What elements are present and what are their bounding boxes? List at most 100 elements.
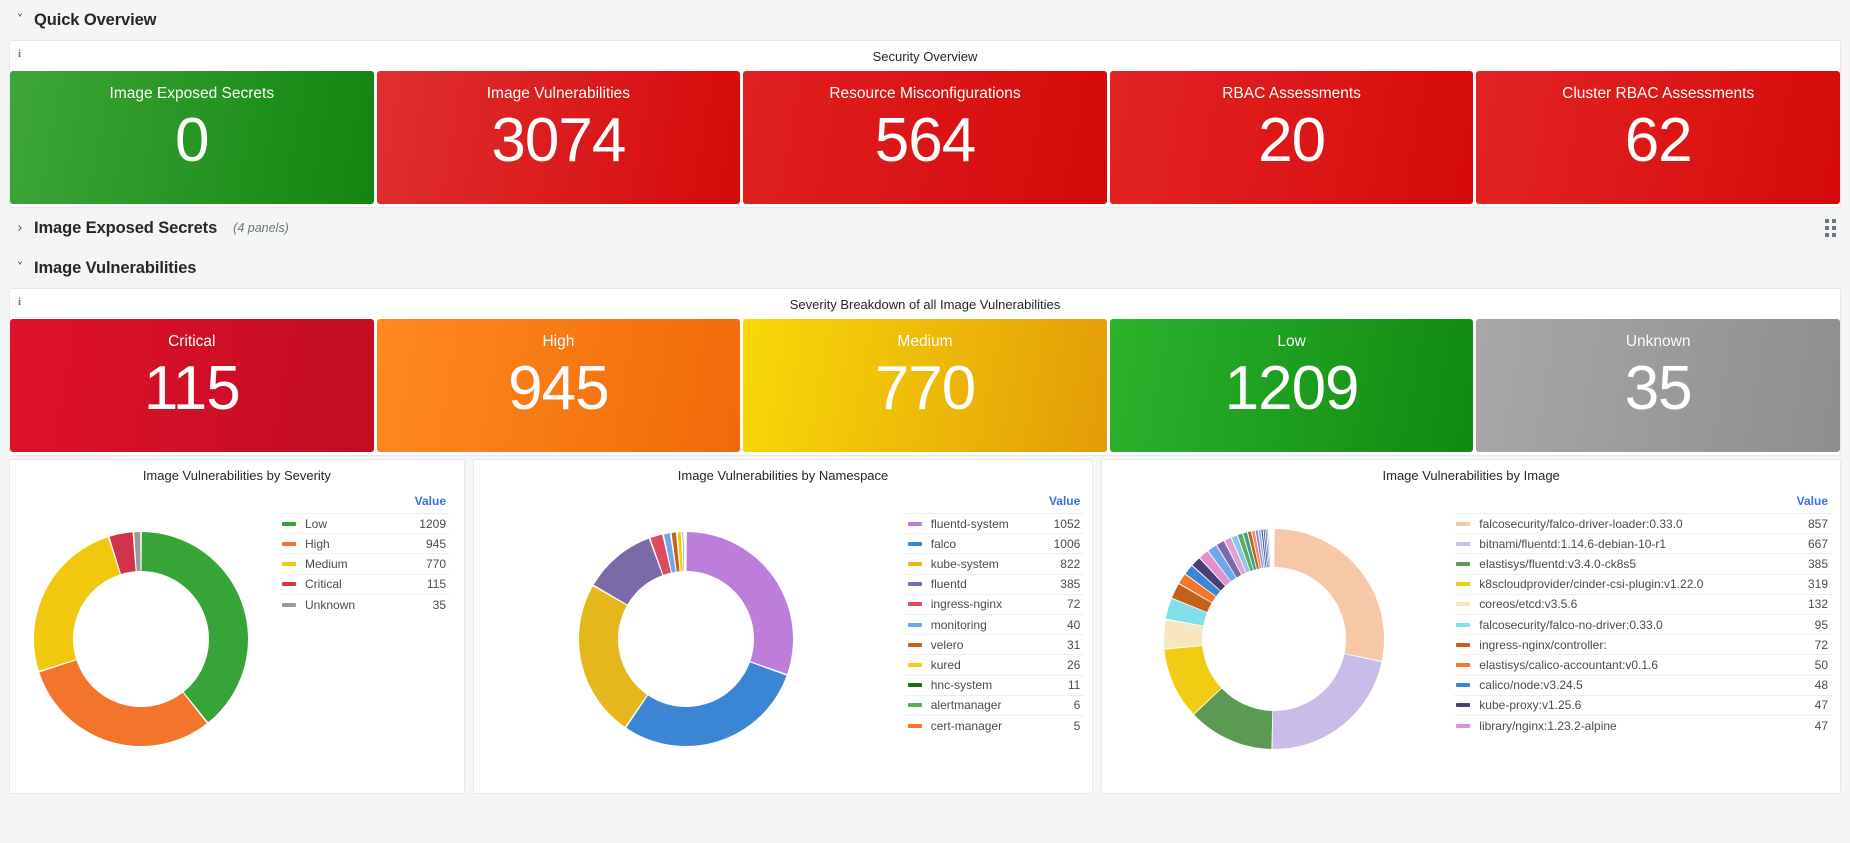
donut-slice[interactable] — [1267, 528, 1271, 567]
donut-panel-row: Image Vulnerabilities by Severity Value … — [0, 456, 1850, 794]
legend-row[interactable]: hnc-system 11 — [905, 676, 1085, 696]
stat-card-resource-misconfigurations[interactable]: Resource Misconfigurations 564 — [743, 71, 1107, 204]
legend-series-name: coreos/etcd:v3.5.6 — [1479, 597, 1578, 612]
donut-chart-namespace[interactable] — [476, 490, 896, 787]
stat-card-high[interactable]: High 945 — [376, 319, 741, 452]
legend-row[interactable]: kube-system 822 — [905, 554, 1085, 575]
row-header-image-exposed-secrets[interactable]: › Image Exposed Secrets (4 panels) — [0, 208, 1850, 248]
legend-row[interactable]: Critical 115 — [280, 575, 450, 595]
legend-row[interactable]: velero 31 — [905, 635, 1085, 656]
donut-slice[interactable] — [682, 531, 684, 571]
chart-body: Value falcosecurity/falco-driver-loader:… — [1102, 490, 1840, 793]
panel-security-overview: i Security Overview Image Exposed Secret… — [9, 40, 1841, 208]
info-icon[interactable]: i — [18, 296, 21, 308]
legend-row[interactable]: elastisys/fluentd:v3.4.0-ck8s5 385 — [1454, 554, 1832, 575]
row-header-quick-overview[interactable]: ˅ Quick Overview — [0, 0, 1850, 40]
legend-series-name: ingress-nginx — [930, 597, 1003, 612]
stat-card-cluster-rbac-assessments[interactable]: Cluster RBAC Assessments 62 — [1476, 71, 1840, 204]
legend-series-value: 47 — [1814, 718, 1828, 733]
donut-slice[interactable] — [141, 531, 249, 722]
donut-chart-image[interactable] — [1104, 490, 1444, 787]
legend-row[interactable]: kube-proxy:v1.25.6 47 — [1454, 696, 1832, 716]
legend-series-name: velero — [930, 637, 964, 652]
legend-row[interactable]: monitoring 40 — [905, 615, 1085, 636]
legend-row[interactable]: fluentd-system 1052 — [905, 514, 1085, 535]
legend-row[interactable]: fluentd 385 — [905, 575, 1085, 595]
legend-color-swatch — [907, 541, 922, 546]
legend-series-value: 50 — [1814, 657, 1828, 672]
legend-series-name: Unknown — [305, 597, 356, 612]
stat-card-medium[interactable]: Medium 770 — [743, 319, 1107, 452]
legend-row[interactable]: falcosecurity/falco-no-driver:0.33.0 95 — [1454, 615, 1832, 636]
legend-series-value: 48 — [1814, 678, 1828, 693]
legend-series-value: 35 — [432, 597, 446, 612]
stat-label: Resource Misconfigurations — [829, 85, 1021, 102]
donut-slice[interactable] — [1269, 528, 1271, 567]
donut-slice[interactable] — [578, 585, 647, 727]
legend-series-value: 857 — [1807, 516, 1828, 531]
legend-row[interactable]: k8scloudprovider/cinder-csi-plugin:v1.22… — [1454, 575, 1832, 595]
donut-slice[interactable] — [626, 661, 787, 746]
legend-series-value: 770 — [425, 556, 446, 571]
legend-row[interactable]: High 945 — [280, 534, 450, 555]
legend-color-swatch — [907, 582, 922, 587]
stat-label: Cluster RBAC Assessments — [1562, 85, 1755, 102]
donut-slice[interactable] — [1272, 653, 1382, 749]
legend-row[interactable]: Unknown 35 — [280, 595, 450, 615]
drag-handle-icon[interactable] — [1825, 219, 1836, 237]
info-icon[interactable]: i — [18, 48, 21, 60]
donut-slice[interactable] — [34, 536, 120, 671]
donut-slice[interactable] — [134, 531, 141, 571]
stat-card-image-vulnerabilities[interactable]: Image Vulnerabilities 3074 — [376, 71, 741, 204]
legend-row[interactable]: Medium 770 — [280, 554, 450, 575]
legend-series-value: 822 — [1060, 556, 1081, 571]
legend-row[interactable]: falcosecurity/falco-driver-loader:0.33.0… — [1454, 514, 1832, 535]
legend-row[interactable]: bitnami/fluentd:1.14.6-debian-10-r1 667 — [1454, 534, 1832, 555]
donut-svg — [578, 531, 793, 746]
legend-series-name: fluentd-system — [930, 516, 1009, 531]
legend-value-header[interactable]: Value — [1454, 490, 1832, 514]
legend-series-name: cert-manager — [930, 718, 1003, 733]
panel-header: i Security Overview — [10, 41, 1840, 71]
donut-chart-severity[interactable] — [12, 490, 270, 787]
legend-row[interactable]: ingress-nginx/controller: 72 — [1454, 635, 1832, 656]
legend-color-swatch — [907, 662, 922, 667]
stat-value: 770 — [874, 354, 976, 424]
legend-row[interactable]: calico/node:v3.24.5 48 — [1454, 676, 1832, 696]
legend-color-swatch — [282, 561, 296, 566]
legend-series-value: 385 — [1060, 577, 1081, 592]
legend-row[interactable]: falco 1006 — [905, 534, 1085, 555]
stat-card-low[interactable]: Low 1209 — [1109, 319, 1474, 452]
legend-value-header[interactable]: Value — [280, 490, 450, 514]
row-title: Image Vulnerabilities — [34, 258, 197, 277]
legend-row[interactable]: kured 26 — [905, 655, 1085, 676]
legend-row[interactable]: cert-manager 5 — [906, 716, 1085, 736]
panel-title: Security Overview — [872, 48, 978, 64]
stat-value: 945 — [508, 354, 609, 424]
legend-row[interactable]: elastisys/calico-accountant:v0.1.6 50 — [1454, 655, 1832, 676]
stat-card-critical[interactable]: Critical 115 — [10, 319, 374, 452]
legend-row[interactable]: coreos/etcd:v3.5.6 132 — [1454, 595, 1832, 615]
row-panel-count: (4 panels) — [233, 221, 289, 235]
donut-svg — [34, 531, 249, 746]
stat-value: 564 — [874, 106, 976, 176]
legend-series-name: elastisys/calico-accountant:v0.1.6 — [1479, 657, 1659, 672]
legend-series-name: falcosecurity/falco-driver-loader:0.33.0 — [1479, 516, 1683, 531]
chevron-down-icon: ˅ — [16, 260, 24, 276]
legend-row[interactable]: Low 1209 — [280, 514, 450, 535]
legend-color-swatch — [907, 622, 922, 627]
stat-card-unknown[interactable]: Unknown 35 — [1476, 319, 1840, 452]
legend-row[interactable]: library/nginx:1.23.2-alpine 47 — [1454, 716, 1832, 736]
donut-slice[interactable] — [39, 659, 207, 746]
panel-vulns-by-namespace: Image Vulnerabilities by Namespace Value… — [472, 459, 1094, 794]
legend-row[interactable]: ingress-nginx 72 — [905, 595, 1085, 615]
row-header-image-vulnerabilities[interactable]: ˅ Image Vulnerabilities — [0, 248, 1850, 288]
stat-label: Unknown — [1625, 333, 1691, 350]
legend-value-header[interactable]: Value — [905, 490, 1085, 514]
stat-card-image-exposed-secrets[interactable]: Image Exposed Secrets 0 — [10, 71, 374, 204]
donut-slice[interactable] — [1274, 528, 1385, 661]
stat-row-severity-breakdown: Critical 115 High 945 Medium 770 Low 120… — [10, 319, 1840, 455]
donut-slice[interactable] — [686, 531, 793, 674]
stat-card-rbac-assessments[interactable]: RBAC Assessments 20 — [1109, 71, 1474, 204]
legend-row[interactable]: alertmanager 6 — [905, 696, 1085, 716]
